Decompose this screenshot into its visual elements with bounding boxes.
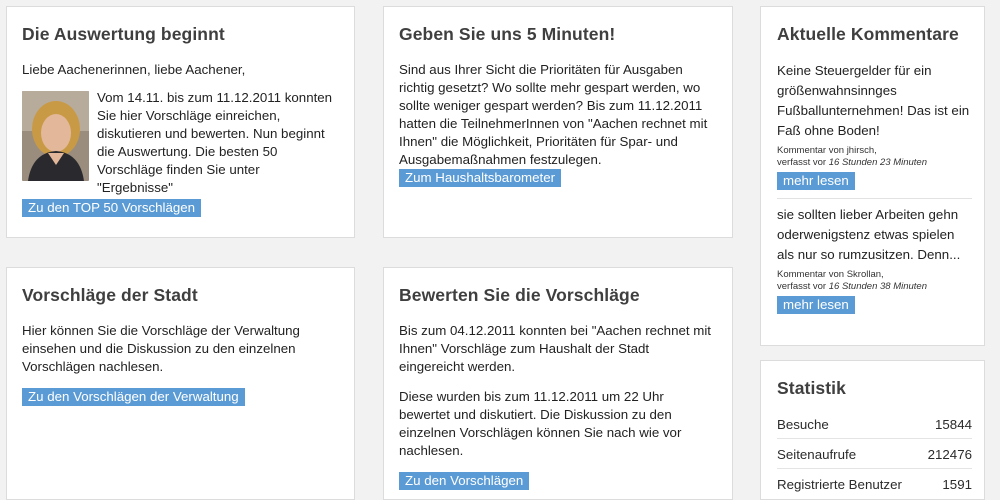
card-vorschlaege-stadt: Vorschläge der Stadt Hier können Sie die… xyxy=(6,267,355,500)
card-bewerten: Bewerten Sie die Vorschläge Bis zum 04.1… xyxy=(383,267,733,500)
bewerten-text-2: Diese wurden bis zum 11.12.2011 um 22 Uh… xyxy=(399,389,682,458)
comment-time-value: 16 Stunden 38 Minuten xyxy=(828,281,927,292)
comment-author: Kommentar von jhirsch, xyxy=(777,145,877,156)
card-haushaltsbarometer: Geben Sie uns 5 Minuten! Sind aus Ihrer … xyxy=(383,6,733,238)
divider xyxy=(777,198,972,199)
read-more-button[interactable]: mehr lesen xyxy=(777,296,855,314)
intro-row: Vom 14.11. bis zum 11.12.2011 konnten Si… xyxy=(22,90,339,197)
stat-value: 15844 xyxy=(935,417,972,432)
card-title: Vorschläge der Stadt xyxy=(22,285,198,305)
intro-text: Vom 14.11. bis zum 11.12.2011 konnten Si… xyxy=(97,90,333,195)
card-title: Geben Sie uns 5 Minuten! xyxy=(399,24,616,44)
top50-button[interactable]: Zu den TOP 50 Vorschlägen xyxy=(22,199,202,217)
stat-label: Besuche xyxy=(777,417,829,432)
stat-row: Registrierte Benutzer 1591 xyxy=(777,473,972,498)
comment-text: sie sollten lieber Arbeiten gehn oderwen… xyxy=(777,207,961,262)
comment-time: verfasst vor 16 Stunden 23 Minuten xyxy=(777,157,972,169)
comment-item: sie sollten lieber Arbeiten gehn oderwen… xyxy=(777,205,972,314)
card-title: Bewerten Sie die Vorschläge xyxy=(399,285,640,305)
card-title: Aktuelle Kommentare xyxy=(777,24,959,44)
haushaltsbarometer-button[interactable]: Zum Haushaltsbarometer xyxy=(399,169,562,187)
proposals-button[interactable]: Zu den Vorschlägen xyxy=(399,472,530,490)
comment-time-prefix: verfasst vor xyxy=(777,157,827,168)
comment-time: verfasst vor 16 Stunden 38 Minuten xyxy=(777,281,972,293)
stat-row: Seitenaufrufe 212476 xyxy=(777,443,972,469)
stat-value: 212476 xyxy=(927,447,972,462)
comment-author: Kommentar von Skrollan, xyxy=(777,269,884,280)
read-more-button[interactable]: mehr lesen xyxy=(777,172,855,190)
card-title: Die Auswertung beginnt xyxy=(22,24,225,44)
comment-text: Keine Steuergelder für ein größenwahnsin… xyxy=(777,63,970,138)
stadt-text: Hier können Sie die Vorschläge der Verwa… xyxy=(22,323,300,374)
verwaltung-proposals-button[interactable]: Zu den Vorschlägen der Verwaltung xyxy=(22,388,245,406)
comment-item: Keine Steuergelder für ein größenwahnsin… xyxy=(777,61,972,190)
barometer-text: Sind aus Ihrer Sicht die Prioritäten für… xyxy=(399,62,708,167)
comment-time-value: 16 Stunden 23 Minuten xyxy=(828,157,927,168)
card-auswertung: Die Auswertung beginnt Liebe Aachenerinn… xyxy=(6,6,355,238)
stat-label: Seitenaufrufe xyxy=(777,447,857,462)
portrait-photo xyxy=(22,91,89,181)
bewerten-text-1: Bis zum 04.12.2011 konnten bei "Aachen r… xyxy=(399,323,711,374)
greeting-text: Liebe Aachenerinnen, liebe Aachener, xyxy=(22,62,246,77)
card-statistik: Statistik Besuche 15844 Seitenaufrufe 21… xyxy=(760,360,985,500)
card-kommentare: Aktuelle Kommentare Keine Steuergelder f… xyxy=(760,6,985,346)
comment-time-prefix: verfasst vor xyxy=(777,281,827,292)
card-title: Statistik xyxy=(777,378,846,398)
stat-row: Besuche 15844 xyxy=(777,413,972,439)
stat-value: 1591 xyxy=(942,477,972,492)
stat-label: Registrierte Benutzer xyxy=(777,477,902,492)
